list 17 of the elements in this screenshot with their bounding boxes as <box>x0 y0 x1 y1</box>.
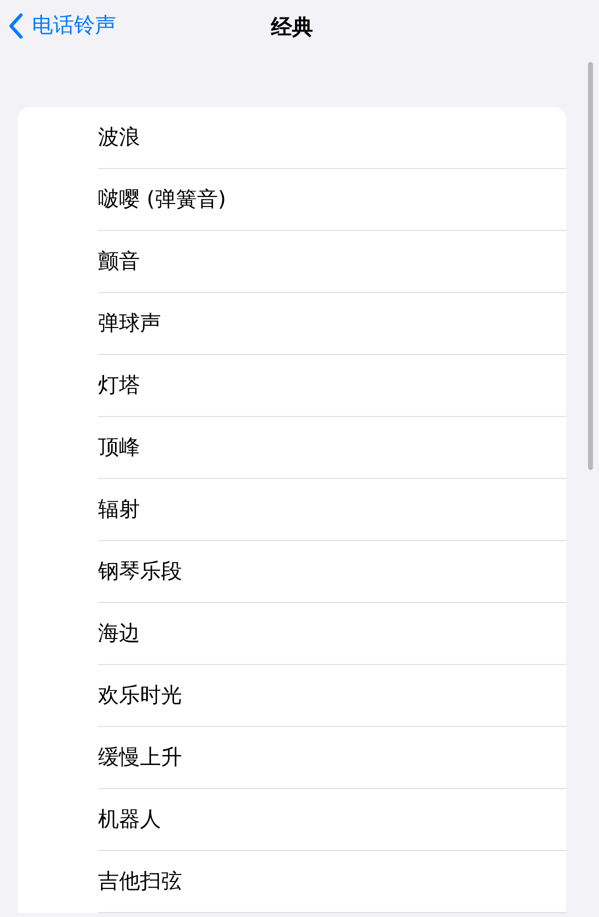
back-button[interactable]: 电话铃声 <box>0 10 116 42</box>
ringtone-item[interactable]: 缓慢上升 <box>98 742 182 774</box>
ringtone-item[interactable]: 弹球声 <box>98 308 161 340</box>
ringtone-item[interactable]: 颤音 <box>98 246 140 278</box>
ringtone-item[interactable]: 灯塔 <box>98 370 140 402</box>
ringtone-item[interactable]: 机器人 <box>98 804 161 836</box>
ringtone-item[interactable]: 顶峰 <box>98 432 140 464</box>
screen-title: 经典 <box>271 14 313 41</box>
ringtone-item[interactable]: 欢乐时光 <box>98 680 182 712</box>
ringtone-item[interactable]: 波浪 <box>98 122 140 154</box>
back-label: 电话铃声 <box>32 12 116 40</box>
ringtone-item[interactable]: 啵嘤 (弹簧音) <box>98 184 226 216</box>
ringtone-item[interactable]: 吉他扫弦 <box>98 866 182 898</box>
ringtone-item[interactable]: 辐射 <box>98 494 140 526</box>
ringtone-item[interactable]: 钢琴乐段 <box>98 556 182 588</box>
ringtone-item[interactable]: 海边 <box>98 618 140 650</box>
back-icon <box>8 13 24 39</box>
